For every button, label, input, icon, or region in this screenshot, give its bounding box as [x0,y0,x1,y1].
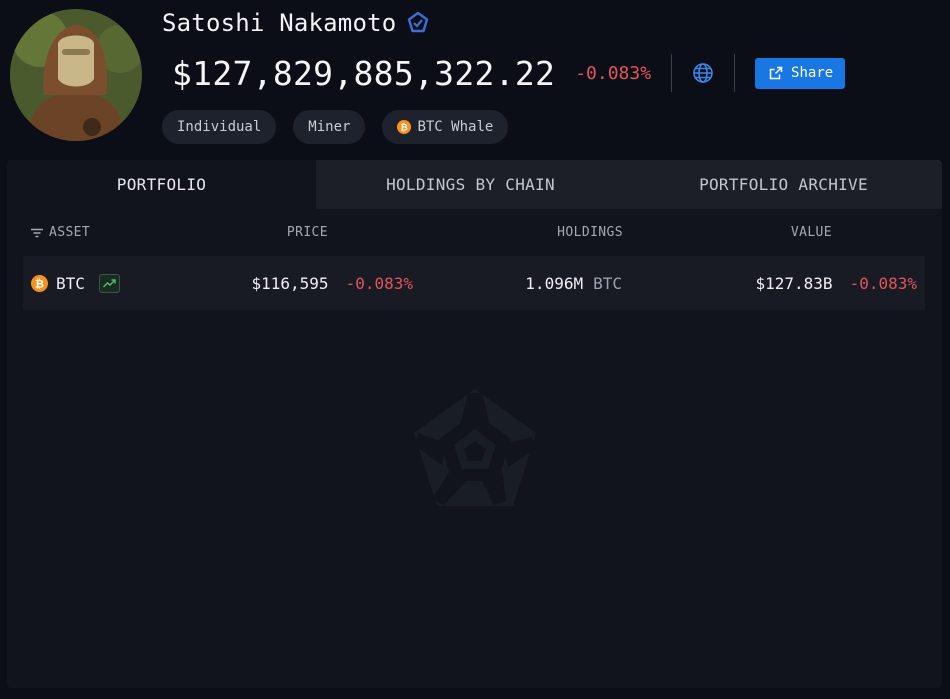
avatar [10,9,142,141]
entity-name: Satoshi Nakamoto [162,9,397,37]
svg-text:₿: ₿ [401,123,408,134]
bitcoin-coin-icon: ₿ [31,274,48,292]
value-cell: $127.83B -0.083% [756,256,918,310]
entity-tags: Individual Miner ₿ BTC Whale [162,110,509,144]
filter-icon[interactable] [31,228,43,238]
tab-portfolio[interactable]: PORTFOLIO [7,160,316,209]
holdings-cell: 1.096M BTC [525,256,622,310]
column-header-asset-label: ASSET [49,225,91,240]
total-portfolio-change: -0.083% [575,62,652,84]
verified-badge-icon [406,11,430,35]
column-header-holdings[interactable]: HOLDINGS [557,225,623,240]
holding-value: $127.83B [755,273,833,293]
divider [734,54,736,92]
globe-icon[interactable] [692,62,714,84]
asset-symbol[interactable]: BTC [56,274,85,293]
price-cell: $116,595 -0.083% [252,256,414,310]
column-header-price[interactable]: PRICE [287,225,328,240]
tag-individual[interactable]: Individual [162,110,277,144]
share-button[interactable]: Share [755,57,846,89]
divider [671,54,673,92]
table-row[interactable]: ₿ BTC $116,595 -0.083% 1.096M BTC $127.8… [23,256,925,310]
column-header-asset[interactable]: ASSET [31,225,90,240]
price-chart-icon[interactable] [98,273,120,293]
table-header: ASSET PRICE HOLDINGS VALUE [7,209,942,255]
tag-label: Miner [308,119,351,135]
portfolio-panel: PORTFOLIO HOLDINGS BY CHAIN PORTFOLIO AR… [7,160,942,688]
share-button-label: Share [791,65,834,81]
holdings-unit: BTC [593,273,622,293]
svg-text:₿: ₿ [35,277,44,290]
tab-holdings-by-chain[interactable]: HOLDINGS BY CHAIN [316,160,625,209]
tab-portfolio-archive[interactable]: PORTFOLIO ARCHIVE [625,160,942,209]
value-change: -0.083% [849,273,917,293]
external-share-icon [769,66,783,80]
avatar-statue-image [10,9,142,141]
tag-label: BTC Whale [417,119,494,135]
asset-price: $116,595 [251,273,329,293]
tag-miner[interactable]: Miner [293,110,366,144]
arkham-logo-watermark-icon [414,389,536,506]
price-change: -0.083% [345,273,413,293]
tab-bar: PORTFOLIO HOLDINGS BY CHAIN PORTFOLIO AR… [7,160,942,209]
bitcoin-coin-icon: ₿ [397,120,412,134]
tag-btc-whale[interactable]: ₿ BTC Whale [382,110,509,144]
holdings-amount: 1.096M [525,273,584,293]
total-portfolio-value: $127,829,885,322.22 [172,53,556,93]
tag-label: Individual [177,119,262,135]
asset-cell: ₿ BTC [31,256,120,310]
column-header-value[interactable]: VALUE [791,225,832,240]
